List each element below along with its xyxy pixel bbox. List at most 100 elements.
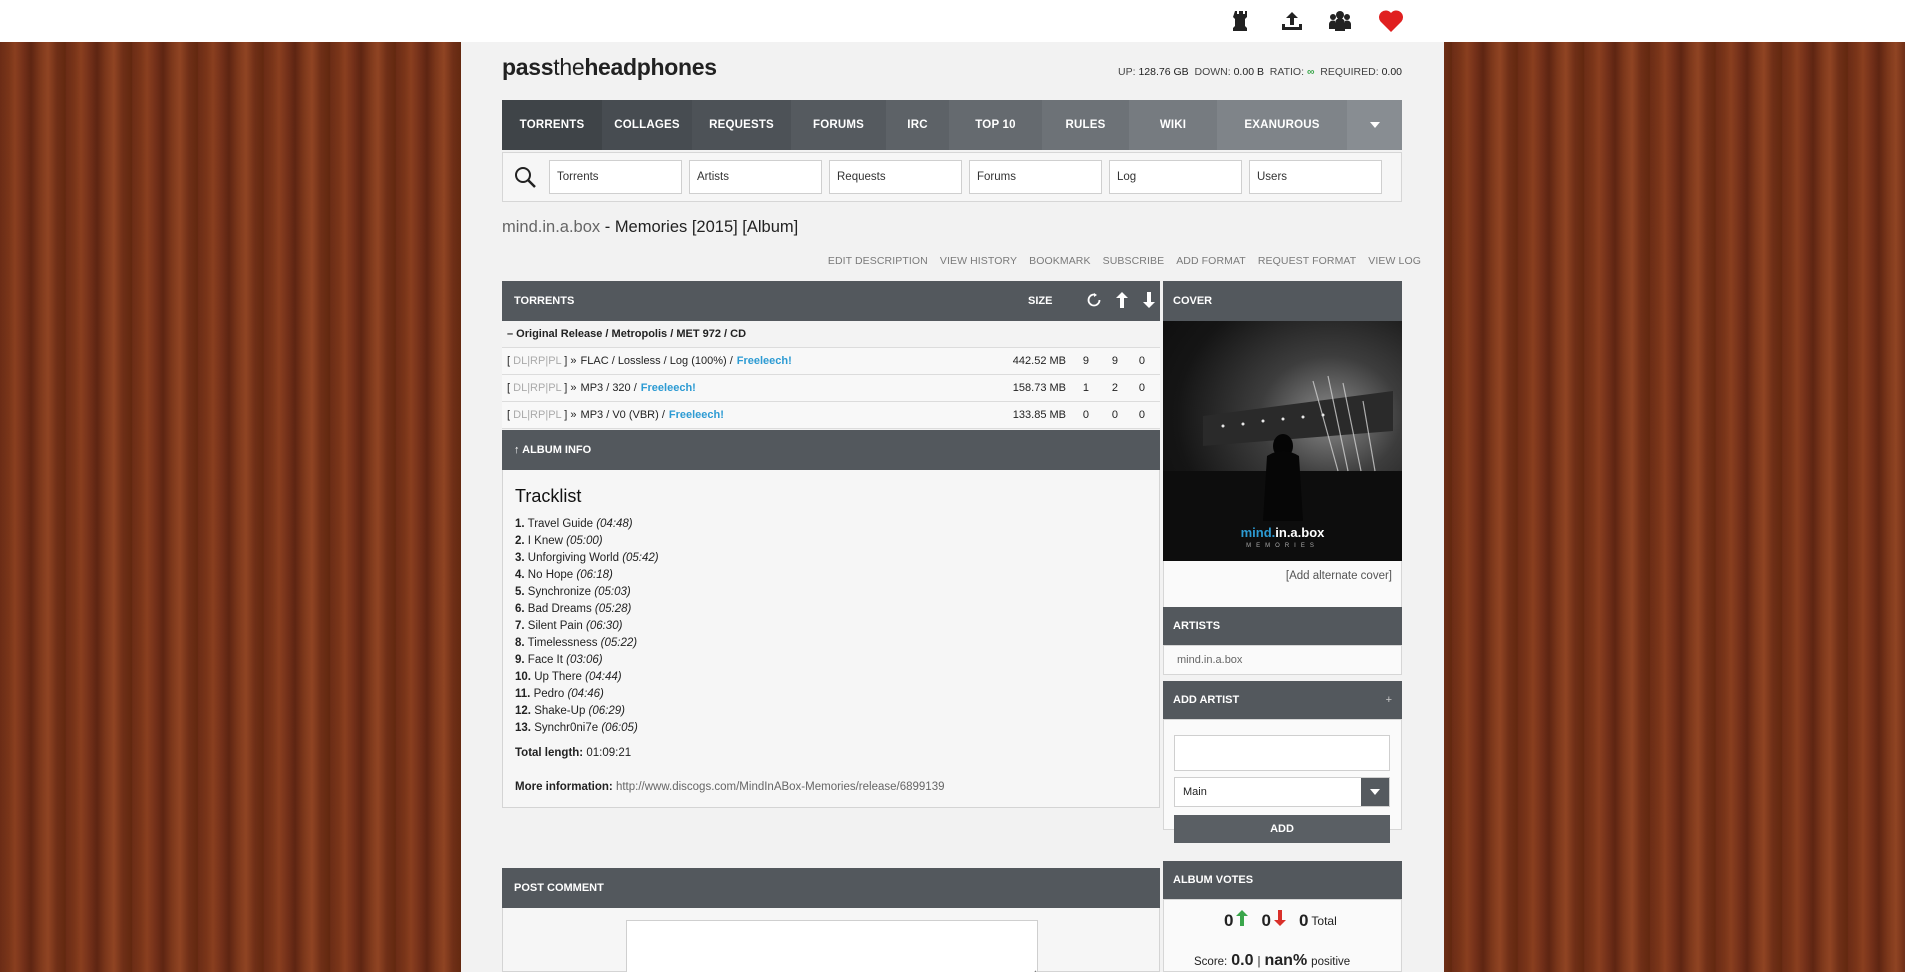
search-requests-input[interactable] xyxy=(829,160,962,194)
nav-exanurous[interactable]: EXANUROUS xyxy=(1217,100,1347,150)
track-title: Timelessness xyxy=(527,637,598,649)
track-title: Up There xyxy=(534,671,582,683)
user-stats: UP: 128.76 GB DOWN: 0.00 B RATIO: ∞ REQU… xyxy=(1118,66,1402,78)
score-value: 0.0 xyxy=(1231,952,1254,969)
track-number: 7. xyxy=(515,620,525,632)
discogs-link[interactable]: http://www.discogs.com/MindInABox-Memori… xyxy=(616,781,945,793)
torrent-row[interactable]: [ DL|RP|PL ] » FLAC / Lossless / Log (10… xyxy=(502,348,1160,375)
rp-link[interactable]: RP xyxy=(530,355,545,367)
nav-rules[interactable]: RULES xyxy=(1042,100,1129,150)
vote-counts: 0 0 0 Total xyxy=(1224,910,1337,931)
track-title: Travel Guide xyxy=(527,518,593,530)
torrent-row[interactable]: [ DL|RP|PL ] » MP3 / 320 / Freeleech! 15… xyxy=(502,375,1160,402)
rp-link[interactable]: RP xyxy=(530,382,545,394)
search-forums-input[interactable] xyxy=(969,160,1102,194)
positive-label: positive xyxy=(1311,956,1351,968)
stat-down-value: 0.00 B xyxy=(1233,66,1264,78)
link-request-format[interactable]: REQUEST FORMAT xyxy=(1258,255,1356,267)
nav-top10[interactable]: TOP 10 xyxy=(949,100,1042,150)
edition-row[interactable]: – Original Release / Metropolis / MET 97… xyxy=(502,321,1160,348)
pl-link[interactable]: PL xyxy=(548,382,561,394)
row-prefix: [ DL|RP|PL ] » xyxy=(507,382,577,394)
stat-up-label: UP: xyxy=(1118,66,1136,78)
torrent-format-link[interactable]: MP3 / V0 (VBR) / xyxy=(581,409,665,421)
nav-more-dropdown[interactable] xyxy=(1347,100,1402,150)
nav-forums[interactable]: FORUMS xyxy=(791,100,886,150)
search-users-input[interactable] xyxy=(1249,160,1382,194)
add-artist-button[interactable]: ADD xyxy=(1174,815,1390,843)
action-links: EDIT DESCRIPTION VIEW HISTORY BOOKMARK S… xyxy=(828,255,1421,267)
comment-textarea[interactable] xyxy=(626,920,1038,972)
search-torrents-input[interactable] xyxy=(549,160,682,194)
track-duration: (06:05) xyxy=(601,722,638,734)
track-title: I Knew xyxy=(527,535,563,547)
track-title: Synchronize xyxy=(527,586,592,598)
track-title: Shake-Up xyxy=(534,705,586,717)
rp-link[interactable]: RP xyxy=(530,409,545,421)
cover-subtitle: MEMORIES xyxy=(1246,543,1319,549)
track-title: Synchr0ni7e xyxy=(534,722,599,734)
search-icon xyxy=(513,165,537,192)
nav-wiki[interactable]: WIKI xyxy=(1129,100,1217,150)
torrent-leechers: 0 xyxy=(1138,355,1145,367)
site-logo[interactable]: passtheheadphones xyxy=(502,54,717,81)
torrent-format-link[interactable]: MP3 / 320 / xyxy=(581,382,637,394)
vote-score: Score: 0.0 | nan% positive xyxy=(1194,952,1350,970)
track-duration: (05:03) xyxy=(594,586,631,598)
torrent-seeders: 9 xyxy=(1111,355,1118,367)
nav-irc[interactable]: IRC xyxy=(886,100,949,150)
add-artist-header[interactable]: ADD ARTIST + xyxy=(1163,681,1402,719)
link-subscribe[interactable]: SUBSCRIBE xyxy=(1103,255,1165,267)
nav-torrents[interactable]: TORRENTS xyxy=(502,100,602,150)
heart-icon[interactable] xyxy=(1377,8,1405,34)
link-add-format[interactable]: ADD FORMAT xyxy=(1176,255,1246,267)
total-length-value: 01:09:21 xyxy=(586,747,632,759)
dl-link[interactable]: DL xyxy=(513,355,527,367)
more-info: More information: http://www.discogs.com… xyxy=(515,781,945,793)
downvote-arrow-icon[interactable] xyxy=(1273,910,1286,931)
add-alternate-cover-link[interactable]: [Add alternate cover] xyxy=(1286,570,1392,582)
upvote-arrow-icon[interactable] xyxy=(1236,910,1249,931)
link-view-log[interactable]: VIEW LOG xyxy=(1368,255,1421,267)
search-artists-input[interactable] xyxy=(689,160,822,194)
pl-link[interactable]: PL xyxy=(548,409,561,421)
artist-link[interactable]: mind.in.a.box xyxy=(1177,654,1242,666)
link-bookmark[interactable]: BOOKMARK xyxy=(1029,255,1090,267)
torrent-format-link[interactable]: FLAC / Lossless / Log (100%) / xyxy=(581,355,733,367)
content-wrapper: passtheheadphones UP: 128.76 GB DOWN: 0.… xyxy=(461,42,1444,972)
link-edit-description[interactable]: EDIT DESCRIPTION xyxy=(828,255,928,267)
cover-logo-blue: mind. xyxy=(1240,525,1276,540)
users-icon[interactable] xyxy=(1326,8,1354,34)
torrent-row[interactable]: [ DL|RP|PL ] » MP3 / V0 (VBR) / Freeleec… xyxy=(502,402,1160,429)
leechers-icon xyxy=(1143,292,1155,311)
expand-plus-icon[interactable]: + xyxy=(1386,694,1392,706)
positive-percent: nan% xyxy=(1264,952,1308,969)
nav-collages[interactable]: COLLAGES xyxy=(602,100,692,150)
freeleech-badge: Freeleech! xyxy=(640,382,696,394)
track-number: 4. xyxy=(515,569,525,581)
album-votes-panel: 0 0 0 Total Score: 0.0 | nan% positive xyxy=(1163,899,1402,972)
chess-rook-icon[interactable] xyxy=(1227,8,1255,34)
artist-role-select[interactable]: Main xyxy=(1174,777,1390,807)
track-duration: (05:22) xyxy=(600,637,638,649)
upload-icon[interactable] xyxy=(1278,8,1306,34)
total-vote-label: Total xyxy=(1311,913,1337,928)
add-artist-input[interactable] xyxy=(1174,735,1390,771)
artists-header: ARTISTS xyxy=(1163,607,1402,645)
title-album-name: Memories [2015] [Album] xyxy=(614,218,799,236)
tracklist: 1. Travel Guide (04:48) 2. I Knew (05:00)… xyxy=(515,516,659,737)
freeleech-badge: Freeleech! xyxy=(736,355,792,367)
bracket-close: ] » xyxy=(564,355,577,367)
album-info-header[interactable]: ↑ ALBUM INFO xyxy=(502,430,1160,470)
search-log-input[interactable] xyxy=(1109,160,1242,194)
dl-link[interactable]: DL xyxy=(513,382,527,394)
pl-link[interactable]: PL xyxy=(548,355,561,367)
score-divider: | xyxy=(1257,956,1261,968)
chevron-down-icon xyxy=(1361,778,1389,806)
track-title: Face It xyxy=(527,654,563,666)
album-cover-image[interactable]: mind.in.a.box MEMORIES xyxy=(1163,321,1402,561)
nav-requests[interactable]: REQUESTS xyxy=(692,100,791,150)
title-artist-link[interactable]: mind.in.a.box xyxy=(502,218,600,236)
dl-link[interactable]: DL xyxy=(513,409,527,421)
link-view-history[interactable]: VIEW HISTORY xyxy=(940,255,1017,267)
